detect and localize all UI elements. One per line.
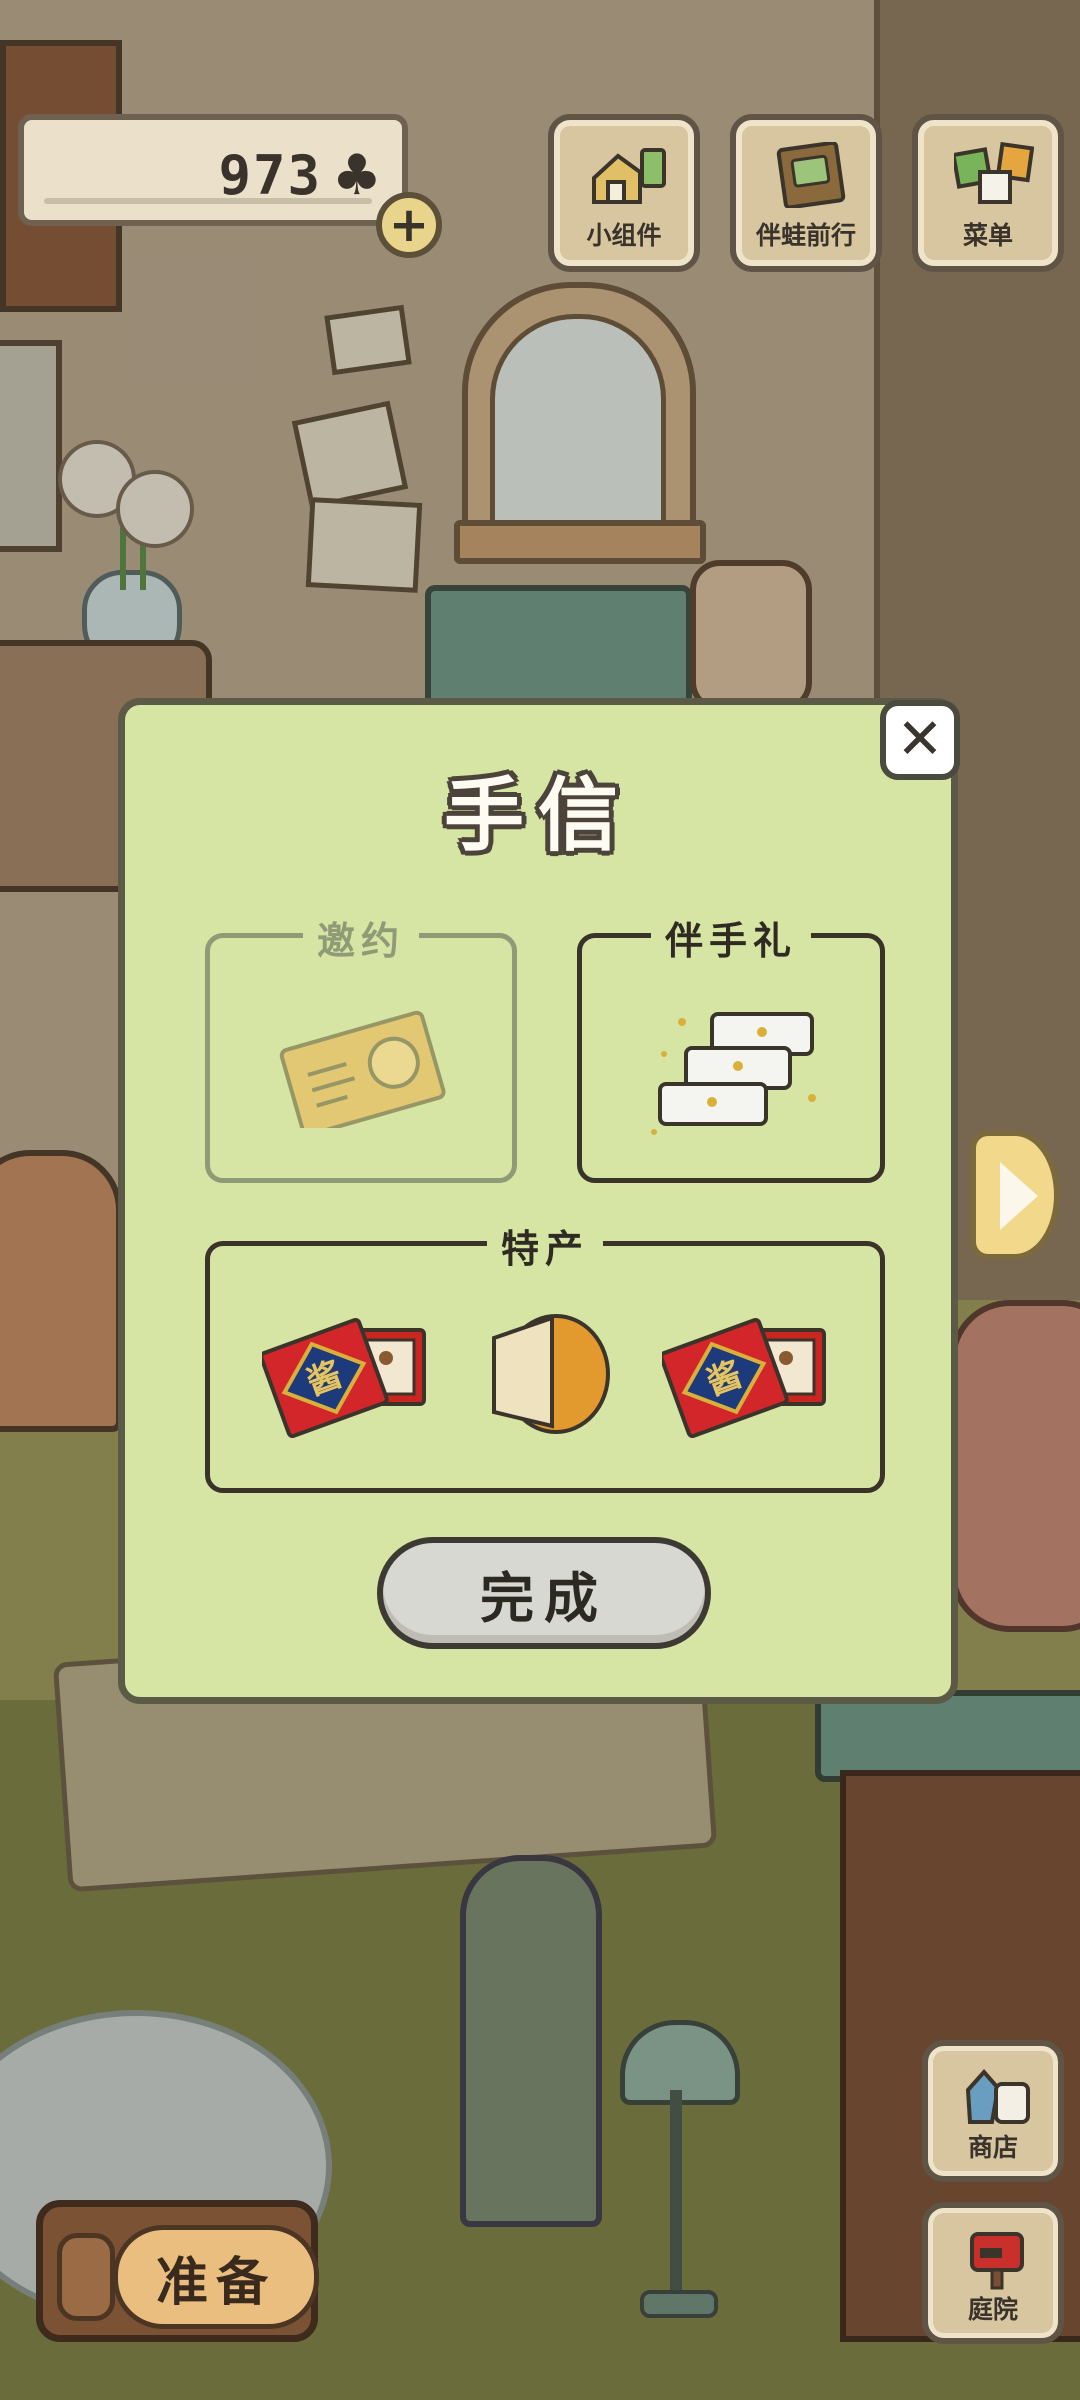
menu-button[interactable]: 菜单 <box>912 114 1064 272</box>
souvenir-dialog: 手信 邀约 伴手礼 特产 酱 酱 完成 <box>118 698 958 1704</box>
widget-icon <box>592 148 666 204</box>
prepare-label: 准备 <box>113 2225 319 2329</box>
invitation-label: 邀约 <box>302 910 420 965</box>
right-arrow-icon <box>1000 1162 1038 1230</box>
journey-label: 伴蛙前行 <box>755 221 856 250</box>
yard-button[interactable]: 庭院 <box>922 2202 1064 2344</box>
yard-label: 庭院 <box>967 2295 1018 2324</box>
menu-cards-icon <box>954 142 1034 204</box>
journey-button[interactable]: 伴蛙前行 <box>730 114 882 272</box>
done-button[interactable]: 完成 <box>377 1537 711 1649</box>
dialog-title: 手信 <box>444 769 632 862</box>
journey-book-icon <box>776 142 846 208</box>
specialty-slot[interactable]: 特产 酱 酱 <box>205 1218 885 1493</box>
gift-slot[interactable]: 伴手礼 <box>577 910 885 1183</box>
add-clover-button[interactable]: + <box>376 192 442 258</box>
tin-box-icon: 酱 <box>262 1317 426 1438</box>
menu-label: 菜单 <box>962 221 1013 250</box>
clover-counter: 973 ♣ <box>18 114 408 226</box>
clover-icon: ♣ <box>331 143 382 208</box>
shop-label: 商店 <box>967 2133 1018 2162</box>
widget-button[interactable]: 小组件 <box>548 114 700 272</box>
log-end <box>57 2233 115 2321</box>
specialty-label: 特产 <box>486 1218 604 1273</box>
rice-cake-gift-icon <box>651 1012 816 1135</box>
shop-bag-icon <box>965 2068 1030 2124</box>
shop-button[interactable]: 商店 <box>922 2040 1064 2182</box>
prepare-button[interactable]: 准备 <box>36 2200 319 2342</box>
next-page-arrow[interactable] <box>970 1130 1060 1260</box>
invitation-card-icon <box>279 1010 446 1128</box>
clover-bar-underline <box>44 198 372 204</box>
gift-label: 伴手礼 <box>650 910 812 965</box>
cheese-wheel-icon <box>492 1314 610 1434</box>
tin-box-icon: 酱 <box>662 1317 826 1438</box>
widget-label: 小组件 <box>586 221 662 250</box>
clover-count: 973 <box>218 144 322 207</box>
invitation-slot[interactable]: 邀约 <box>205 910 517 1183</box>
close-button[interactable]: ✕ <box>880 700 960 780</box>
yard-mailbox-icon <box>970 2232 1024 2290</box>
